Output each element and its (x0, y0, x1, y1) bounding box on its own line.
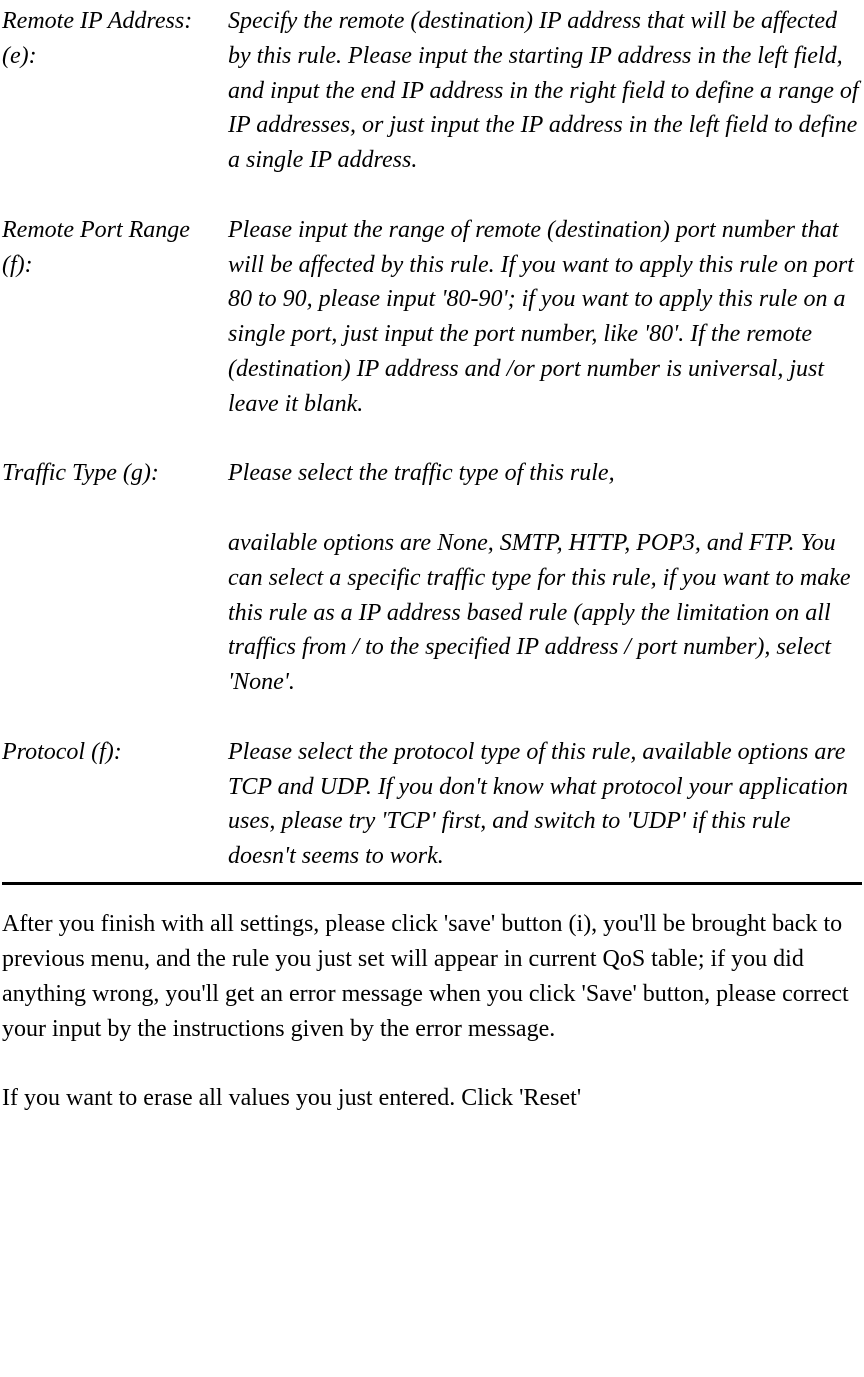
definitions-section: Remote IP Address: (e): Specify the remo… (2, 4, 862, 885)
definition-label: Traffic Type (g): (2, 456, 228, 700)
definition-description: Please select the protocol type of this … (228, 735, 862, 874)
definition-label: Remote Port Range (f): (2, 213, 228, 422)
definition-description-line: Please select the traffic type of this r… (228, 456, 862, 491)
definition-traffic-type: Traffic Type (g): Please select the traf… (2, 456, 862, 700)
definition-label: Protocol (f): (2, 735, 228, 874)
definition-description: Specify the remote (destination) IP addr… (228, 4, 862, 178)
definition-protocol: Protocol (f): Please select the protocol… (2, 735, 862, 874)
definition-remote-port: Remote Port Range (f): Please input the … (2, 213, 862, 422)
definition-description-line: available options are None, SMTP, HTTP, … (228, 526, 862, 700)
footer-paragraph-reset: If you want to erase all values you just… (2, 1081, 862, 1116)
definition-description: Please select the traffic type of this r… (228, 456, 862, 700)
definition-description: Please input the range of remote (destin… (228, 213, 862, 422)
footer-paragraph-save: After you finish with all settings, plea… (2, 907, 862, 1046)
definition-remote-ip: Remote IP Address: (e): Specify the remo… (2, 4, 862, 178)
definition-label: Remote IP Address: (e): (2, 4, 228, 178)
